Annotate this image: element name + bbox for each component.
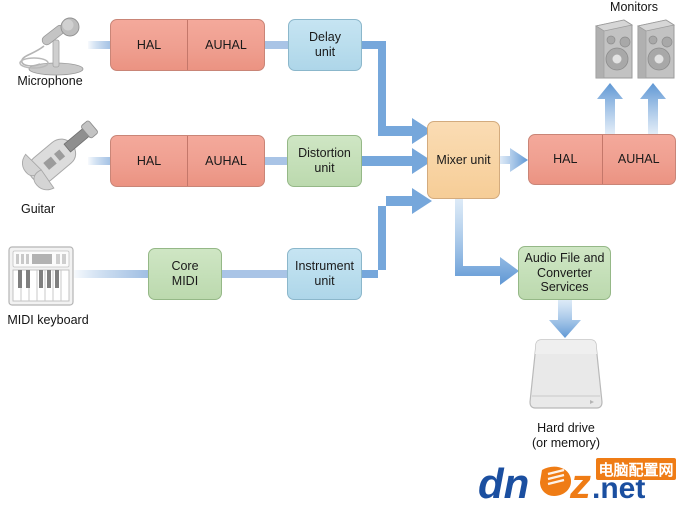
wire-distortion-to-mixer — [362, 148, 432, 174]
coremidi-line1: Core — [171, 259, 199, 274]
monitors-icon — [594, 16, 676, 80]
node-core-midi-label: Core MIDI — [168, 259, 201, 289]
node-mixer-unit-label: Mixer unit — [436, 152, 491, 167]
hard-drive-label: Hard drive (or memory) — [508, 421, 624, 451]
guitar-label: Guitar — [20, 202, 56, 216]
node-distortion-unit[interactable]: Distortion unit — [287, 135, 362, 187]
node-output-hal-label: HAL — [529, 135, 603, 184]
wire-instrument-to-mixer — [362, 188, 432, 278]
node-instrument-unit-label: Instrument unit — [292, 259, 357, 289]
node-audio-file-converter-services[interactable]: Audio File and Converter Services — [518, 246, 611, 300]
watermark-mark-icon — [540, 466, 572, 496]
wire-hal-to-monitor-left — [597, 83, 623, 134]
node-mic-auhal-label: AUHAL — [205, 37, 247, 52]
midi-keyboard-label: MIDI keyboard — [7, 313, 89, 327]
afcs-line3: Services — [540, 280, 589, 295]
microphone-label: Microphone — [17, 74, 83, 88]
wire-coremidi-to-instrument — [222, 270, 288, 278]
hard-drive-icon — [528, 336, 604, 416]
node-guitar-hal-auhal[interactable]: HAL AUHAL — [110, 135, 265, 187]
wire-mixer-to-output-hal — [500, 148, 528, 172]
hard-drive-label-line1: Hard drive — [537, 421, 595, 435]
wire-audiofile-to-harddrive — [549, 300, 581, 338]
watermark-main-text: dn — [478, 460, 529, 506]
delay-line1: Delay — [309, 30, 341, 45]
node-mixer-unit[interactable]: Mixer unit — [427, 121, 500, 199]
afcs-line1: Audio File and — [524, 250, 605, 265]
monitors-label: Monitors — [610, 0, 658, 14]
node-output-auhal-label: AUHAL — [617, 152, 660, 167]
delay-line2: unit — [314, 45, 336, 59]
node-delay-unit[interactable]: Delay unit — [288, 19, 362, 71]
midi-keyboard-icon — [8, 246, 74, 306]
node-instrument-unit[interactable]: Instrument unit — [287, 248, 362, 300]
instrument-line1: Instrument — [294, 259, 355, 274]
distortion-line2: unit — [314, 161, 335, 175]
guitar-icon — [6, 114, 102, 194]
hard-drive-label-line2: (or memory) — [531, 436, 601, 450]
afcs-line2: Converter — [537, 265, 592, 280]
distortion-line1: Distortion — [298, 146, 351, 161]
wire-keyboard-to-coremidi — [74, 270, 148, 278]
watermark-z-text: z — [569, 460, 591, 506]
node-distortion-unit-label: Distortion unit — [295, 146, 354, 176]
node-guitar-auhal-label: AUHAL — [205, 153, 247, 168]
node-output-hal-auhal[interactable]: HAL AUHAL — [528, 134, 676, 185]
wire-auhal-to-monitor-right — [640, 83, 666, 134]
node-core-midi[interactable]: Core MIDI — [148, 248, 222, 300]
diagram-canvas: Microphone Guitar MIDI keyboard Monitors… — [0, 0, 680, 511]
node-mic-hal-auhal[interactable]: HAL AUHAL — [110, 19, 265, 71]
instrument-line2: unit — [314, 274, 335, 288]
watermark-badge-text: 电脑配置网 — [598, 461, 673, 479]
node-audio-file-converter-services-label: Audio File and Converter Services — [522, 251, 608, 295]
wire-auhal-to-distortion — [264, 157, 288, 165]
wire-mixer-to-audiofile — [455, 199, 519, 285]
watermark-logo: dn z .net 电脑配置网 — [478, 458, 678, 507]
node-delay-unit-label: Delay unit — [306, 30, 344, 60]
wire-auhal-to-delay — [264, 41, 289, 49]
node-mic-hal-label: HAL — [111, 20, 188, 70]
microphone-icon — [8, 14, 94, 76]
wire-delay-to-mixer — [362, 41, 432, 144]
node-guitar-hal-label: HAL — [111, 136, 188, 186]
coremidi-line2: MIDI — [171, 274, 199, 288]
